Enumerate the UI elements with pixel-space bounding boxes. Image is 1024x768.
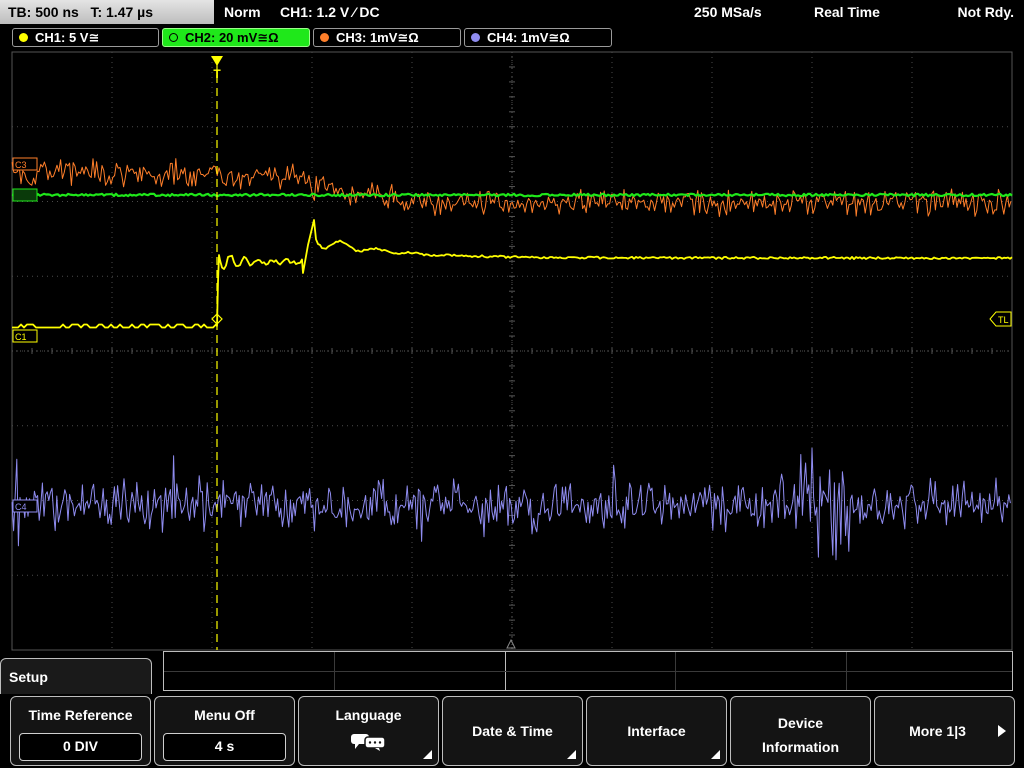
interface-label: Interface [627,723,686,739]
waveform-svg: T C3 C1 C4 TL [11,51,1013,651]
time-reference-value[interactable]: 0 DIV [19,733,142,761]
menu-off-value[interactable]: 4 s [163,733,286,761]
c2-ground-marker[interactable] [12,188,38,202]
sample-rate: 250 MSa/s [694,4,762,20]
c1-ground-marker[interactable]: C1 [12,329,38,343]
ch1-label: CH1: 5 V≅ [35,30,100,45]
c3-ground-marker[interactable]: C3 [12,157,38,171]
device-information-button[interactable]: Device Information [730,696,871,766]
graticule [11,51,1013,651]
center-reference-marker [506,638,516,649]
trigger-mode[interactable]: Norm [224,0,261,24]
measurement-grid [163,651,1013,691]
menu-off-label: Menu Off [194,707,255,723]
waveform-display[interactable]: T C3 C1 C4 TL [0,48,1024,651]
next-page-arrow-icon [998,725,1006,737]
time-reference-label: Time Reference [28,707,133,723]
ch3-color-dot [320,33,329,42]
date-time-label: Date & Time [472,723,553,739]
channel-tab-ch2[interactable]: CH2: 20 mV≅Ω [162,28,310,47]
speech-bubbles-icon [350,734,386,751]
channel-tab-ch3[interactable]: CH3: 1mV≅Ω [313,28,461,47]
submenu-indicator-icon [567,750,576,759]
menu-title-setup: Setup [0,658,152,694]
c3-marker-label: C3 [15,160,27,170]
language-label: Language [335,707,402,723]
ch2-label: CH2: 20 mV≅Ω [185,30,279,45]
timebase-readout[interactable]: TB: 500 ns T: 1.47 µs [0,0,214,24]
channel-tabs: CH1: 5 V≅ CH2: 20 mV≅Ω CH3: 1mV≅Ω CH4: 1… [0,26,1024,48]
more-label: More 1|3 [909,723,966,739]
ch2-color-dot [169,33,178,42]
trigger-position-label: T [213,67,221,81]
ch4-waveform [11,447,1011,561]
submenu-indicator-icon [711,750,720,759]
softkey-menu: Time Reference 0 DIV Menu Off 4 s Langua… [0,694,1024,768]
ch4-label: CH4: 1mV≅Ω [487,30,570,45]
language-button[interactable]: Language [298,696,439,766]
c4-marker-label: C4 [15,502,27,512]
device-info-label-line2: Information [762,739,839,755]
status-bar: Norm CH1: 1.2 V ⁄ DC 250 MSa/s Real Time… [214,0,1024,24]
trigger-level-label: TL [998,315,1009,325]
trigger-position-marker[interactable] [211,56,223,66]
menu-off-button[interactable]: Menu Off 4 s [154,696,295,766]
ch1-color-dot [19,33,28,42]
ch4-color-dot [471,33,480,42]
trigger-readout[interactable]: CH1: 1.2 V ⁄ DC [280,0,380,24]
submenu-indicator-icon [423,750,432,759]
ch3-label: CH3: 1mV≅Ω [336,30,419,45]
trigger-level-marker[interactable]: TL [989,311,1012,327]
channel-tab-ch1[interactable]: CH1: 5 V≅ [12,28,159,47]
time-reference-button[interactable]: Time Reference 0 DIV [10,696,151,766]
acquisition-status: Not Rdy. [957,4,1014,20]
ch2-waveform [11,192,1013,198]
more-button[interactable]: More 1|3 [874,696,1015,766]
c4-ground-marker[interactable]: C4 [12,499,38,513]
channel-tab-ch4[interactable]: CH4: 1mV≅Ω [464,28,612,47]
acquisition-mode[interactable]: Real Time [814,0,880,24]
c1-marker-label: C1 [15,332,27,342]
device-info-label-line1: Device [777,715,824,731]
date-time-button[interactable]: Date & Time [442,696,583,766]
interface-button[interactable]: Interface [586,696,727,766]
